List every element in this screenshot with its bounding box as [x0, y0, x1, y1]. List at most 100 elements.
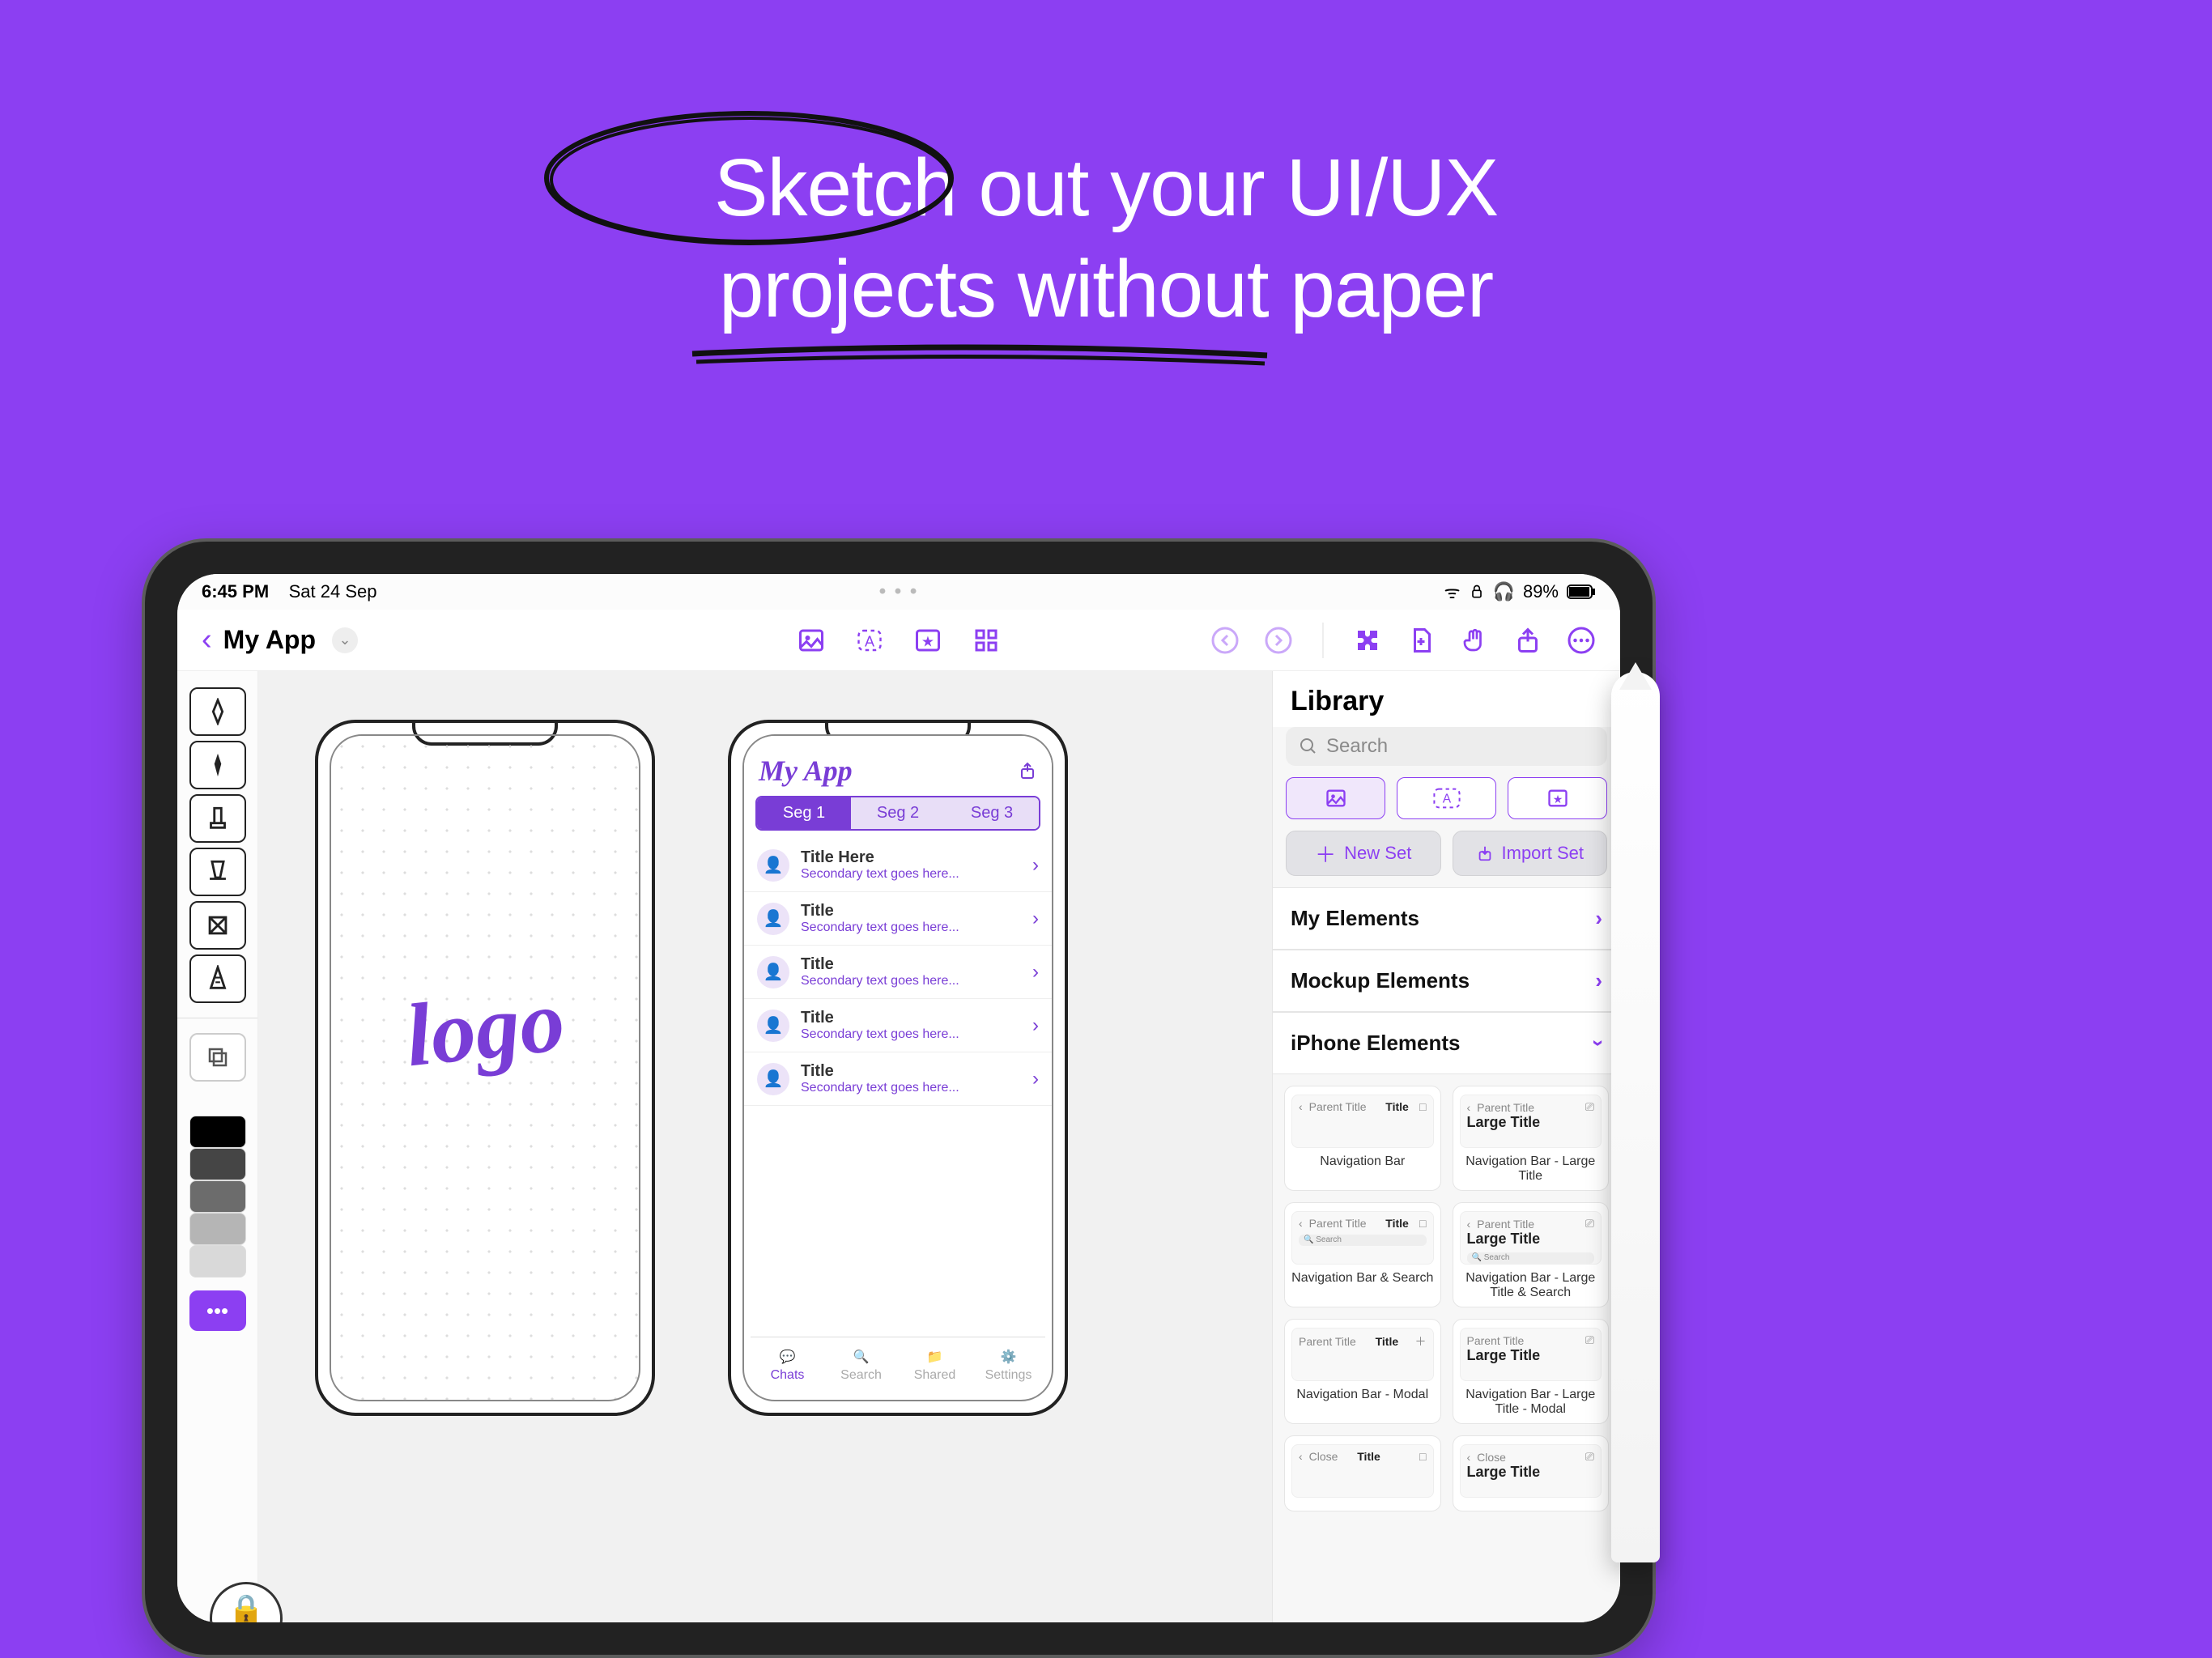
document-title[interactable]: My App: [223, 625, 316, 655]
list-item[interactable]: 👤 Title Secondary text goes here... ›: [744, 999, 1052, 1052]
color-swatch[interactable]: [189, 1148, 246, 1180]
new-page-icon[interactable]: [1406, 626, 1436, 655]
chevron-right-icon: ›: [1032, 1014, 1039, 1037]
lock-icon: [1469, 584, 1485, 600]
image-icon[interactable]: [797, 626, 826, 655]
tab-shared[interactable]: 📁Shared: [898, 1337, 972, 1393]
library-element-card[interactable]: ‹ Close⎚Large Title: [1453, 1435, 1610, 1511]
chevron-right-icon: ›: [1032, 908, 1039, 930]
list-subtitle: Secondary text goes here...: [801, 1027, 959, 1042]
svg-text:A: A: [865, 633, 874, 649]
list-item[interactable]: 👤 Title Secondary text goes here... ›: [744, 892, 1052, 946]
library-panel: Library Search A ★ ＋New Set Import Set M…: [1272, 671, 1620, 1622]
element-caption: Navigation Bar - Large Title & Search: [1460, 1271, 1602, 1300]
library-element-card[interactable]: ‹ Parent Title⎚Large TitleNavigation Bar…: [1453, 1086, 1610, 1191]
grid-icon[interactable]: [972, 626, 1001, 655]
search-icon: [1299, 737, 1318, 756]
highlighter-tool[interactable]: [189, 848, 246, 896]
section-iphone-elements[interactable]: iPhone Elements›: [1273, 1012, 1620, 1074]
tool-palette: •••: [177, 671, 258, 1622]
apple-pencil: [1611, 672, 1660, 1562]
library-search[interactable]: Search: [1286, 727, 1607, 766]
avatar-icon: 👤: [757, 1063, 789, 1095]
import-set-button[interactable]: Import Set: [1453, 831, 1608, 876]
svg-text:★: ★: [1552, 793, 1563, 806]
element-caption: Navigation Bar - Modal: [1291, 1388, 1434, 1402]
section-mockup-elements[interactable]: Mockup Elements›: [1273, 950, 1620, 1012]
star-box-icon[interactable]: ★: [913, 626, 942, 655]
share-icon[interactable]: [1513, 626, 1542, 655]
layers-btn[interactable]: [189, 1033, 246, 1082]
status-time: 6:45 PM: [202, 581, 269, 602]
title-dropdown[interactable]: ⌄: [332, 627, 358, 653]
multitask-dots[interactable]: • • •: [879, 580, 919, 603]
library-element-card[interactable]: ‹ Parent Title Title□🔍 SearchNavigation …: [1284, 1202, 1441, 1307]
tab-settings[interactable]: ⚙️Settings: [972, 1337, 1045, 1393]
phone2-title: My App: [759, 754, 853, 788]
segmented-control[interactable]: Seg 1 Seg 2 Seg 3: [755, 796, 1040, 831]
tab-search[interactable]: 🔍Search: [824, 1337, 898, 1393]
back-button[interactable]: ‹: [202, 623, 212, 657]
list-subtitle: Secondary text goes here...: [801, 867, 959, 882]
color-picker-btn[interactable]: •••: [189, 1290, 246, 1331]
segment-3[interactable]: Seg 3: [945, 797, 1039, 829]
segment-2[interactable]: Seg 2: [851, 797, 945, 829]
elements-grid: ‹ Parent Title Title□Navigation Bar‹ Par…: [1273, 1074, 1620, 1523]
list-item[interactable]: 👤 Title Secondary text goes here... ›: [744, 946, 1052, 999]
list-title: Title: [801, 1009, 959, 1027]
brush-tool[interactable]: [189, 794, 246, 843]
color-swatch[interactable]: [189, 1180, 246, 1213]
section-my-elements[interactable]: My Elements›: [1273, 887, 1620, 950]
pen-tool-1[interactable]: [189, 687, 246, 736]
undo-icon[interactable]: [1210, 626, 1240, 655]
list-title: Title Here: [801, 848, 959, 867]
marketing-headline: Sketch out your UI/UX projects without p…: [0, 138, 2212, 340]
color-swatch[interactable]: [189, 1213, 246, 1245]
ipad-device: 6:45 PM Sat 24 Sep • • • ᯤ 🎧 89% ‹ My Ap…: [142, 538, 1656, 1658]
svg-text:★: ★: [921, 633, 934, 649]
sketch-underline: [688, 344, 1271, 368]
library-element-card[interactable]: ‹ Parent Title⎚Large Title🔍 SearchNaviga…: [1453, 1202, 1610, 1307]
lib-tab-image[interactable]: [1286, 777, 1385, 819]
avatar-icon: 👤: [757, 1010, 789, 1042]
library-element-card[interactable]: ‹ Parent Title Title□Navigation Bar: [1284, 1086, 1441, 1191]
avatar-icon: 👤: [757, 903, 789, 935]
battery-pct: 89%: [1523, 581, 1559, 602]
color-swatch[interactable]: [189, 1245, 246, 1278]
chevron-right-icon: ›: [1032, 1068, 1039, 1090]
color-swatch[interactable]: [189, 1116, 246, 1148]
text-box-icon[interactable]: A: [855, 626, 884, 655]
puzzle-icon[interactable]: [1353, 626, 1382, 655]
element-caption: Navigation Bar: [1291, 1154, 1434, 1169]
headline-line2: projects without paper: [719, 244, 1493, 334]
status-date: Sat 24 Sep: [289, 581, 377, 602]
phone-mockup-2[interactable]: My App Seg 1 Seg 2 Seg 3 👤 Title Here Se…: [728, 720, 1068, 1416]
svg-text:A: A: [1442, 793, 1451, 806]
lib-tab-text[interactable]: A: [1397, 777, 1496, 819]
avatar-icon: 👤: [757, 849, 789, 882]
more-icon[interactable]: [1567, 626, 1596, 655]
phone2-tabbar: 💬Chats 🔍Search 📁Shared ⚙️Settings: [751, 1337, 1045, 1393]
ruler-tool[interactable]: [189, 954, 246, 1003]
pen-tool-2[interactable]: [189, 741, 246, 789]
avatar-icon: 👤: [757, 956, 789, 988]
list-title: Title: [801, 902, 959, 920]
list-item[interactable]: 👤 Title Here Secondary text goes here...…: [744, 839, 1052, 892]
library-element-card[interactable]: Parent Title Title＋Navigation Bar - Moda…: [1284, 1319, 1441, 1424]
library-element-card[interactable]: Parent Title⎚Large TitleNavigation Bar -…: [1453, 1319, 1610, 1424]
hand-icon[interactable]: [1460, 626, 1489, 655]
ipad-screen: 6:45 PM Sat 24 Sep • • • ᯤ 🎧 89% ‹ My Ap…: [177, 574, 1620, 1622]
new-set-button[interactable]: ＋New Set: [1286, 831, 1441, 876]
eraser-tool[interactable]: [189, 901, 246, 950]
color-swatches: [189, 1116, 246, 1278]
tab-chats[interactable]: 💬Chats: [751, 1337, 824, 1393]
lib-tab-star[interactable]: ★: [1508, 777, 1607, 819]
headphone-icon: 🎧: [1493, 581, 1515, 602]
redo-icon[interactable]: [1264, 626, 1293, 655]
canvas-area[interactable]: logo My App Seg 1 Seg 2 Seg 3: [258, 671, 1272, 1622]
phone-mockup-1[interactable]: logo: [315, 720, 655, 1416]
segment-1[interactable]: Seg 1: [757, 797, 851, 829]
element-caption: Navigation Bar - Large Title - Modal: [1460, 1388, 1602, 1417]
library-element-card[interactable]: ‹ Close Title□: [1284, 1435, 1441, 1511]
list-item[interactable]: 👤 Title Secondary text goes here... ›: [744, 1052, 1052, 1106]
